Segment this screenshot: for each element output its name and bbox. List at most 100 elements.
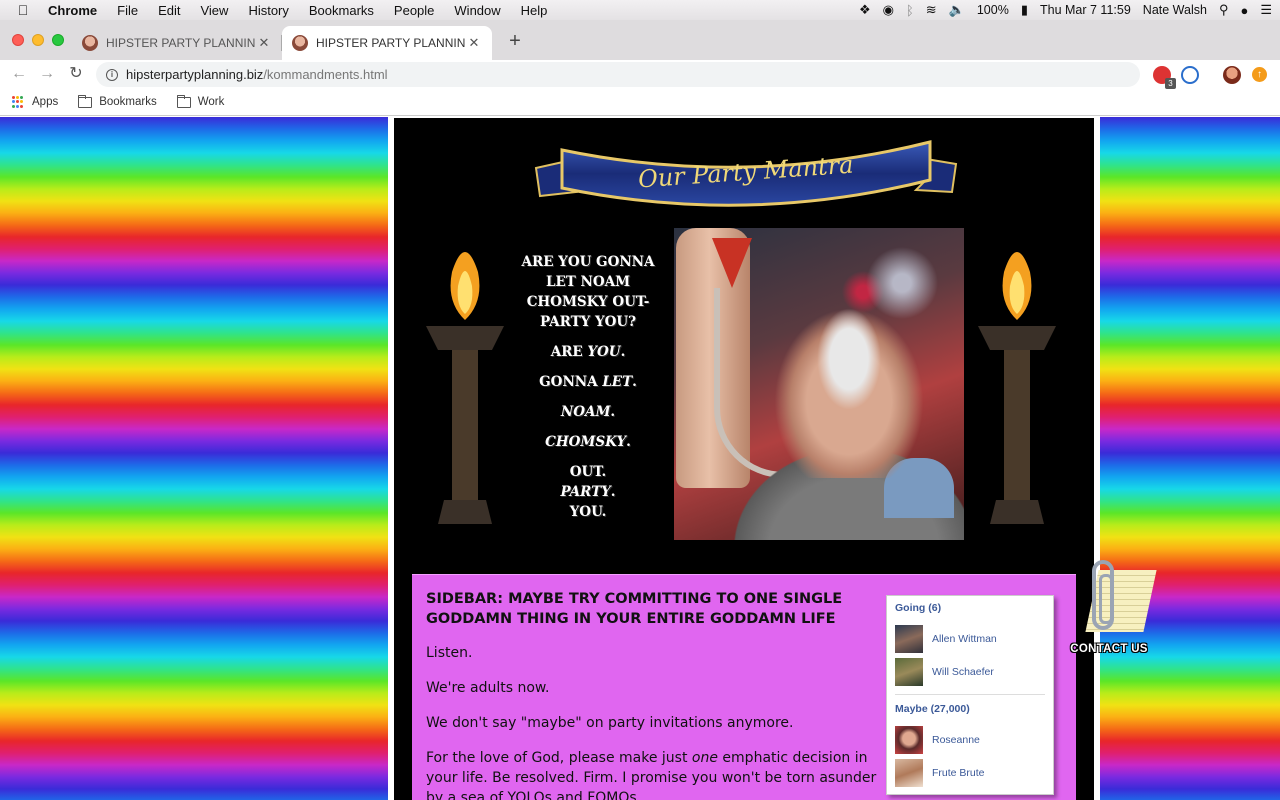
avatar — [895, 657, 923, 686]
battery-icon[interactable]: ▮ — [1021, 2, 1028, 18]
mantra-line-1: ARE YOU. — [550, 344, 626, 360]
window-controls — [12, 34, 64, 46]
mantra-line-4: CHOMSKY. — [545, 434, 631, 450]
mantra-intro: ARE YOU GONNA LET NOAM CHOMSKY OUT-PARTY… — [521, 254, 655, 330]
person-name: Frute Brute — [932, 766, 985, 779]
sidebar-article: SIDEBAR: MAYBE TRY COMMITTING TO ONE SIN… — [426, 589, 882, 800]
chomsky-party-photo — [674, 228, 964, 540]
bookmark-apps[interactable]: Apps — [12, 96, 58, 108]
menu-window[interactable]: Window — [444, 3, 510, 18]
site-favicon-icon — [292, 35, 308, 51]
torch-left-icon — [426, 252, 504, 524]
extension-circle-icon[interactable] — [1181, 66, 1199, 84]
avatar — [895, 624, 923, 653]
minimize-window-button[interactable] — [32, 34, 44, 46]
reload-icon[interactable]: ↻ — [66, 64, 86, 84]
macos-menu-bar:  Chrome File Edit View History Bookmark… — [0, 0, 1280, 20]
mantra-line-3: NOAM. — [560, 404, 616, 420]
contact-us-label: CONTACT US — [1070, 643, 1148, 655]
menu-history[interactable]: History — [238, 3, 298, 18]
list-item[interactable]: Allen Wittman — [895, 622, 1045, 655]
sidebar-paragraph-3: We don't say "maybe" on party invitation… — [426, 715, 794, 731]
close-window-button[interactable] — [12, 34, 24, 46]
going-heading[interactable]: Going (6) — [895, 602, 1045, 614]
party-mantra-banner: Our Party Mantra — [534, 140, 958, 207]
sidebar-paragraph-4: For the love of God, please make just on… — [426, 750, 877, 800]
page-rainbow-background: Our Party Mantra ARE YOU GONNA LET NOAM … — [0, 117, 1280, 800]
browser-toolbar: ← → ↻ i hipsterpartyplanning.biz/kommand… — [0, 60, 1280, 89]
sidebar-content-panel: SIDEBAR: MAYBE TRY COMMITTING TO ONE SIN… — [412, 574, 1076, 800]
menu-view[interactable]: View — [190, 3, 238, 18]
siri-icon[interactable]: ● — [1240, 3, 1248, 18]
forward-arrow-icon[interactable]: → — [37, 64, 57, 84]
close-tab-icon[interactable]: ✕ — [466, 35, 482, 51]
menu-people[interactable]: People — [384, 3, 444, 18]
person-name: Will Schaefer — [932, 665, 994, 678]
bookmark-folder-bookmarks[interactable]: Bookmarks — [78, 94, 157, 108]
apps-grid-icon — [12, 96, 24, 108]
page-column: Our Party Mantra ARE YOU GONNA LET NOAM … — [388, 117, 1100, 800]
divider — [895, 694, 1045, 695]
folder-icon — [176, 94, 191, 108]
spotlight-search-icon[interactable]: ⚲ — [1219, 2, 1229, 18]
mantra-line-5: OUT. PARTY. YOU. — [560, 464, 616, 520]
tab-hipster-party-2[interactable]: HIPSTER PARTY PLANNING DOT BIZ ✕ — [282, 26, 492, 60]
list-item[interactable]: Frute Brute — [895, 756, 1045, 789]
sidebar-paragraph-2: We're adults now. — [426, 680, 550, 696]
bookmarks-bar: Apps Bookmarks Work — [0, 89, 1280, 116]
tab-strip: HIPSTER PARTY PLANNING DOT BIZ ✕ HIPSTER… — [0, 20, 1280, 60]
bookmark-label: Apps — [32, 96, 59, 108]
avatar — [895, 758, 923, 787]
volume-icon[interactable]: 🔈 — [949, 2, 965, 18]
folder-icon — [78, 94, 93, 108]
torch-right-icon — [978, 252, 1056, 524]
fullscreen-window-button[interactable] — [52, 34, 64, 46]
menu-help[interactable]: Help — [511, 3, 558, 18]
menu-edit[interactable]: Edit — [148, 3, 190, 18]
mantra-line-2: GONNA LET. — [539, 374, 637, 390]
user-name[interactable]: Nate Walsh — [1143, 3, 1207, 17]
bookmark-label: Bookmarks — [99, 96, 157, 108]
url-host: hipsterpartyplanning.biz — [126, 67, 264, 82]
menu-app-chrome[interactable]: Chrome — [38, 3, 107, 18]
update-arrow-icon[interactable]: ↑ — [1252, 67, 1267, 82]
paperclip-icon — [1092, 560, 1114, 630]
mantra-text: ARE YOU GONNA LET NOAM CHOMSKY OUT-PARTY… — [506, 252, 670, 532]
page-main-panel: Our Party Mantra ARE YOU GONNA LET NOAM … — [394, 118, 1094, 800]
clock[interactable]: Thu Mar 7 11:59 — [1040, 3, 1131, 17]
menu-bar-status-area: ❖ ◉ ᛒ ≋ 🔈 100% ▮ Thu Mar 7 11:59 Nate Wa… — [859, 0, 1272, 20]
address-bar[interactable]: i hipsterpartyplanning.biz/kommandments.… — [96, 62, 1140, 87]
back-arrow-icon[interactable]: ← — [9, 64, 29, 84]
bookmark-label: Work — [197, 96, 225, 108]
apple-icon[interactable]:  — [8, 2, 38, 18]
menu-file[interactable]: File — [107, 3, 148, 18]
menu-bookmarks[interactable]: Bookmarks — [299, 3, 384, 18]
contact-us-link[interactable]: CONTACT US — [1064, 558, 1157, 663]
one-password-icon[interactable]: ◉ — [883, 2, 894, 18]
list-item[interactable]: Roseanne — [895, 723, 1045, 756]
tab-hipster-party-1[interactable]: HIPSTER PARTY PLANNING DOT BIZ ✕ — [72, 26, 282, 60]
person-name: Allen Wittman — [932, 632, 997, 645]
wifi-icon[interactable]: ≋ — [926, 2, 937, 18]
battery-percent[interactable]: 100% — [977, 3, 1009, 17]
extension-badge: 3 — [1165, 78, 1176, 89]
extension-adblock-icon[interactable]: 3 — [1153, 66, 1176, 89]
site-info-icon[interactable]: i — [106, 68, 118, 81]
sidebar-paragraph-1: Listen. — [426, 645, 473, 661]
rsvp-list-panel: Going (6) Allen Wittman Will Schaefer Ma… — [886, 595, 1054, 795]
notification-center-icon[interactable]: ☰ — [1260, 2, 1272, 18]
person-name: Roseanne — [932, 733, 980, 746]
bluetooth-icon[interactable]: ᛒ — [906, 3, 914, 18]
new-tab-button[interactable]: + — [504, 30, 526, 53]
maybe-heading[interactable]: Maybe (27,000) — [895, 703, 1045, 715]
tab-title: HIPSTER PARTY PLANNING DOT BIZ — [316, 36, 466, 50]
dropbox-icon[interactable]: ❖ — [859, 2, 871, 18]
profile-avatar[interactable] — [1223, 66, 1241, 84]
bookmark-folder-work[interactable]: Work — [176, 94, 225, 108]
url-path: /kommandments.html — [263, 67, 388, 82]
list-item[interactable]: Will Schaefer — [895, 655, 1045, 688]
close-tab-icon[interactable]: ✕ — [256, 35, 272, 51]
sidebar-heading: SIDEBAR: MAYBE TRY COMMITTING TO ONE SIN… — [426, 591, 843, 627]
avatar — [895, 725, 923, 754]
tab-title: HIPSTER PARTY PLANNING DOT BIZ — [106, 36, 256, 50]
